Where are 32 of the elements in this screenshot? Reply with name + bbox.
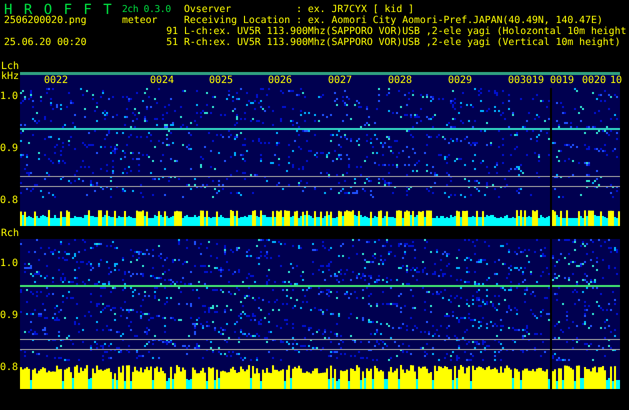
channel-label: Rch (0, 228, 20, 239)
axis-tick-label: 0.8 (0, 363, 18, 373)
axis-tick-label: 0.8 (0, 196, 18, 206)
time-label: 0020 (582, 76, 606, 86)
datetime-label: 25.06.20 00:20 (4, 37, 88, 48)
filename-label: 2506200020.png (4, 15, 88, 26)
time-label: 0022 (44, 76, 68, 86)
location-line: Receiving Location : ex. Aomori City Aomori-Pref.JAPAN(40.49N, 140.47E) (184, 15, 604, 26)
axis-tick-label: 0.9 (0, 144, 18, 154)
time-label: 0028 (388, 76, 412, 86)
lch-count: 91 (165, 26, 178, 37)
rch-info-line: R-ch:ex. UV5R 113.900Mhz(SAPPORO VOR)USB ,2-ele yagi (Vertical 10m height) (184, 37, 622, 48)
time-label: 0026 (268, 76, 292, 86)
version-label: 2ch 0.3.0 (122, 4, 172, 15)
mode-label: meteor (122, 15, 158, 26)
rch-count: 51 (165, 37, 178, 48)
lch-info-line: L-ch:ex. UV5R 113.900Mhz(SAPPORO VOR)USB ,2-ele yagi (Holozontal 10m height (184, 26, 628, 37)
time-label: 10 (610, 76, 622, 86)
time-label: 0024 (150, 76, 174, 86)
time-label: 0030 (508, 76, 532, 86)
time-label: 0029 (448, 76, 472, 86)
time-label: 0025 (209, 76, 234, 86)
time-label: 19 (532, 76, 544, 86)
axis-tick-label: 1.0 (0, 259, 18, 269)
app-title: H R O F F T (4, 4, 114, 15)
unit-label: kHz (1, 72, 20, 82)
time-label: 0019 (550, 76, 574, 86)
time-label: 0027 (328, 76, 352, 86)
channel-label: Lch (0, 61, 20, 72)
observer-line: Ovserver : ex. JR7CYX [ kid ] (184, 4, 416, 15)
axis-tick-label: 0.9 (0, 311, 18, 321)
axis-tick-label: 1.0 (0, 92, 18, 102)
